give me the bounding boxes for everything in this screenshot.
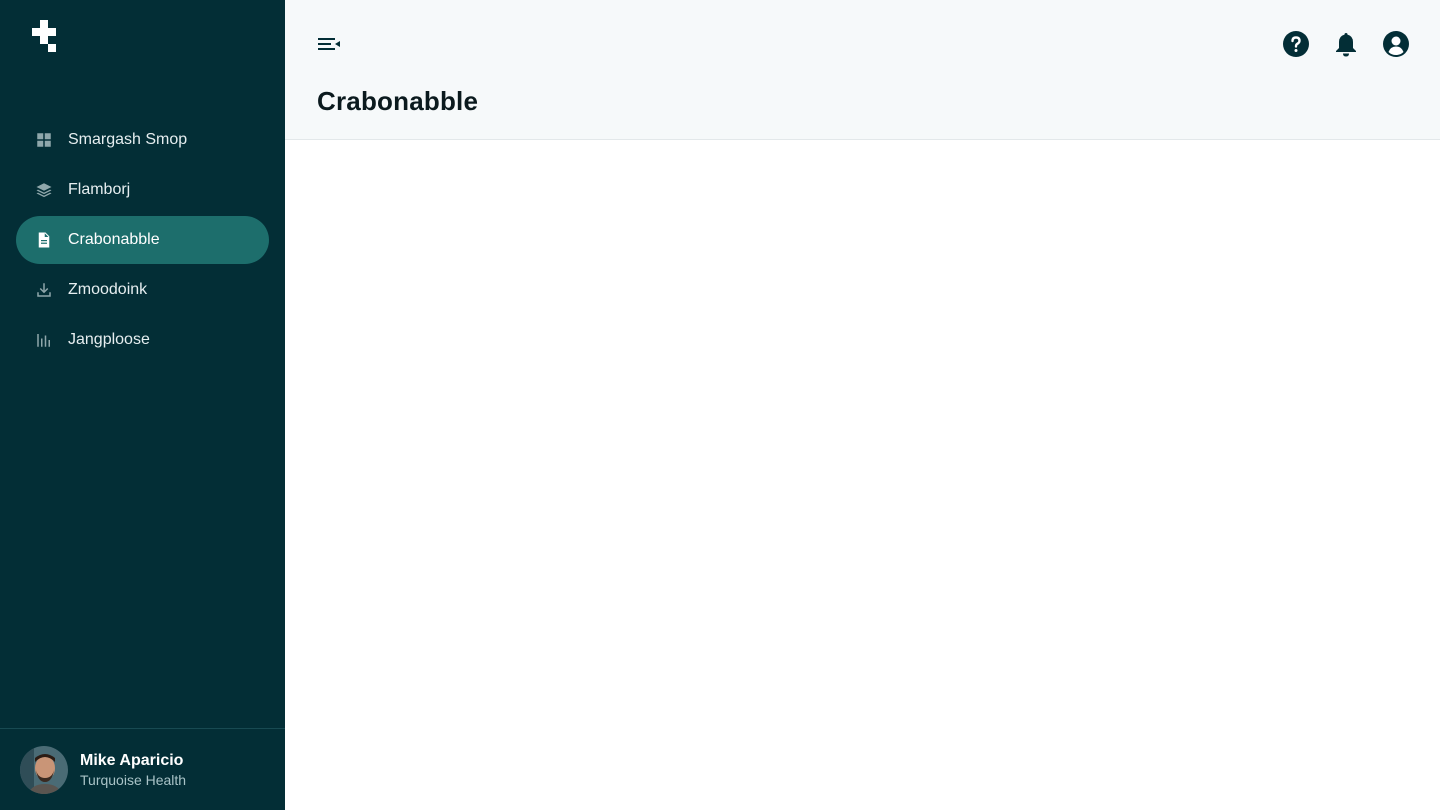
plus-cross-logo-icon[interactable] (32, 20, 56, 52)
sidebar-item-label: Smargash Smop (68, 131, 188, 148)
download-icon (34, 280, 54, 300)
sidebar-item-label: Jangploose (68, 331, 150, 348)
menu-collapse-icon[interactable] (317, 34, 341, 54)
help-icon[interactable] (1282, 30, 1310, 58)
layers-icon (34, 180, 54, 200)
sidebar-item-label: Zmoodoink (68, 281, 148, 298)
avatar (20, 745, 68, 794)
account-icon[interactable] (1382, 30, 1410, 58)
sidebar-item-jangploose[interactable]: Jangploose (16, 316, 269, 364)
header-actions (1282, 30, 1410, 58)
user-profile[interactable]: Mike Aparicio Turquoise Health (0, 728, 285, 810)
page-header: Crabonabble (285, 0, 1440, 140)
page-title: Crabonabble (317, 86, 479, 116)
sidebar-item-smargash-smop[interactable]: Smargash Smop (16, 116, 269, 164)
sidebar-nav: Smargash Smop Flamborj Crabonabble Zmood… (16, 116, 269, 366)
sidebar-item-label: Crabonabble (68, 231, 160, 248)
document-icon (34, 230, 54, 250)
bar-chart-icon (34, 330, 54, 350)
sidebar-item-crabonabble[interactable]: Crabonabble (16, 216, 269, 264)
user-name: Mike Aparicio (80, 751, 184, 769)
sidebar-item-flamborj[interactable]: Flamborj (16, 166, 269, 214)
sidebar: Smargash Smop Flamborj Crabonabble Zmood… (0, 0, 285, 810)
bell-icon[interactable] (1332, 30, 1360, 58)
user-organization: Turquoise Health (80, 771, 187, 788)
main-content (285, 141, 1440, 810)
grid-icon (34, 130, 54, 150)
sidebar-item-zmoodoink[interactable]: Zmoodoink (16, 266, 269, 314)
sidebar-item-label: Flamborj (68, 181, 131, 198)
